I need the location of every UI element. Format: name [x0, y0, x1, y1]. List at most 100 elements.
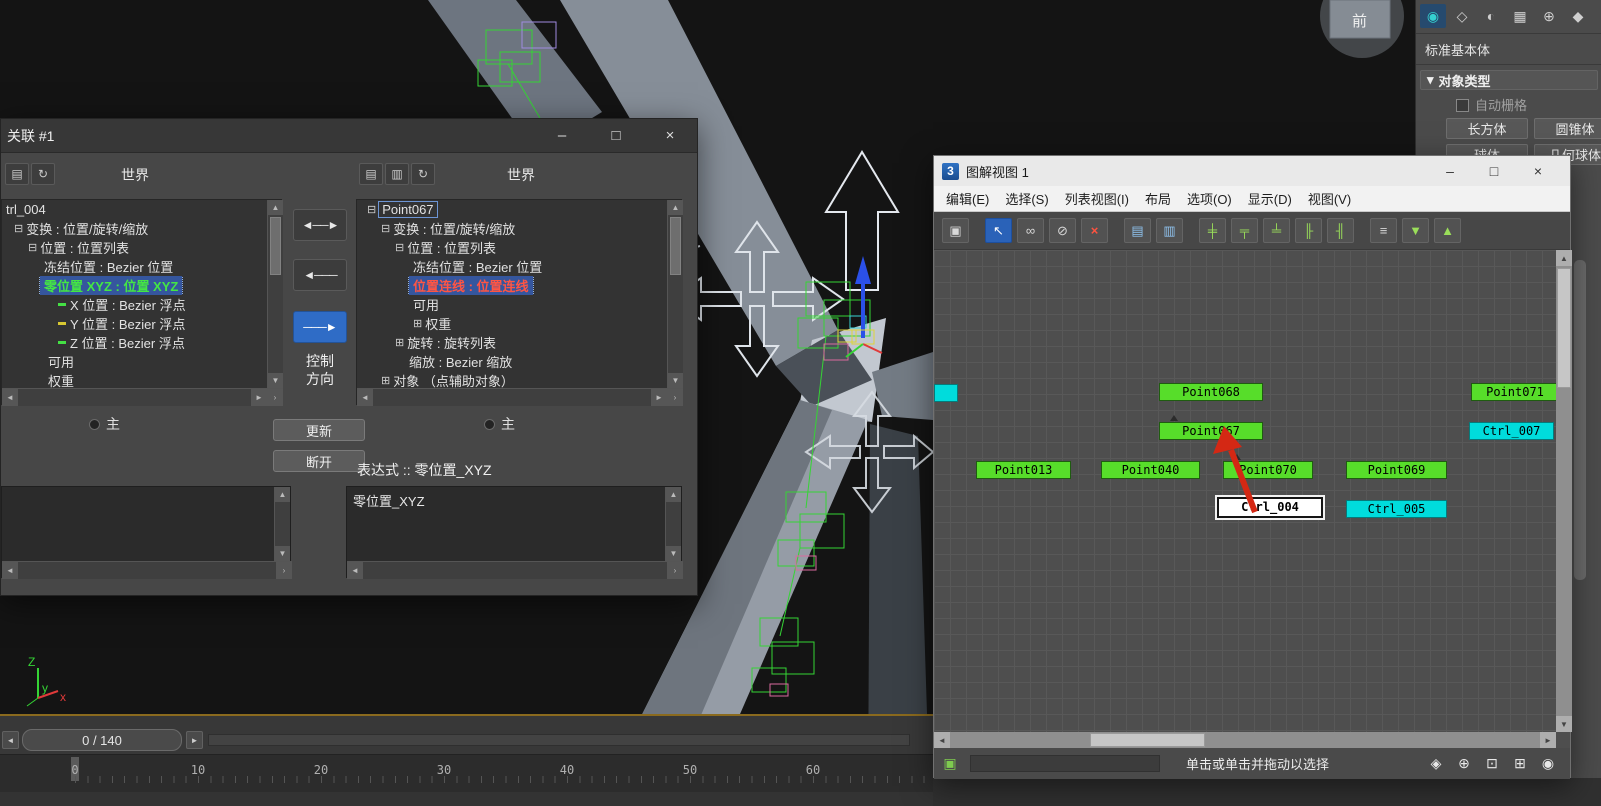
scroll-left-icon[interactable]: ◄ — [2, 562, 18, 579]
track-item[interactable]: Z 位置 : Bezier 浮点 — [2, 333, 267, 352]
expand-icon[interactable]: ⊞ — [381, 374, 390, 387]
cameras-category-icon[interactable]: ▦ — [1507, 4, 1533, 28]
left-master-radio[interactable]: 主 — [89, 414, 120, 434]
zoom-extents-icon[interactable]: ⊞ — [1508, 753, 1532, 775]
menu-select[interactable]: 选择(S) — [1005, 189, 1048, 208]
track-item[interactable]: 缩放 : Bezier 缩放 — [357, 352, 667, 371]
arrange-children-icon[interactable]: ≡ — [1370, 218, 1397, 243]
bookmark-icon[interactable]: ▣ — [938, 753, 962, 775]
two-way-wire-button[interactable]: ◄──► — [293, 209, 347, 241]
menu-view[interactable]: 视图(V) — [1308, 189, 1351, 208]
connect-icon[interactable]: ∞ — [1017, 218, 1044, 243]
expand-corner-icon[interactable]: › — [276, 562, 292, 579]
align-bottom-icon[interactable]: ╧ — [1263, 218, 1290, 243]
hierarchy-mode-icon[interactable]: ▤ — [1124, 218, 1151, 243]
scroll-right-icon[interactable]: ► — [1540, 732, 1556, 748]
viewcube-front-label[interactable]: 前 — [1352, 13, 1367, 30]
vertical-scrollbar[interactable]: ▲ ▼ — [274, 487, 290, 561]
track-item[interactable]: ⊟ 位置 : 位置列表 — [2, 238, 267, 257]
helpers-category-icon[interactable]: ⊕ — [1536, 4, 1562, 28]
track-item[interactable]: Y 位置 : Bezier 浮点 — [2, 314, 267, 333]
scroll-left-icon[interactable]: ◄ — [934, 732, 950, 748]
box-button[interactable]: 长方体 — [1446, 118, 1528, 139]
collapse-icon[interactable]: ⊟ — [367, 203, 376, 216]
vertical-scrollbar[interactable]: ▲ ▼ — [667, 200, 683, 388]
schematic-node[interactable]: Point067 — [1159, 422, 1263, 440]
schematic-node[interactable] — [934, 384, 958, 402]
minimize-button[interactable]: – — [1428, 157, 1472, 186]
align-left-icon[interactable]: ╪ — [1199, 218, 1226, 243]
scroll-down-icon[interactable]: ▼ — [1556, 716, 1572, 732]
track-item[interactable]: 权重 — [2, 371, 267, 388]
scroll-up-icon[interactable]: ▲ — [666, 487, 681, 502]
scroll-left-icon[interactable]: ◄ — [2, 389, 18, 406]
scroll-left-icon[interactable]: ◄ — [357, 389, 373, 406]
track-tree-icon[interactable]: ▤ — [5, 163, 29, 185]
track-item[interactable]: 冻结位置 : Bezier 位置 — [357, 257, 667, 276]
zoom-selected-icon[interactable]: ◉ — [1536, 753, 1560, 775]
object-type-rollout[interactable]: ▾ 对象类型 — [1420, 70, 1598, 90]
schematic-canvas[interactable]: Point068 Point067 Point071 Ctrl_007 Poin… — [934, 250, 1556, 732]
menu-options[interactable]: 选项(O) — [1187, 189, 1232, 208]
horizontal-scrollbar[interactable]: ◄ ► — [934, 732, 1556, 748]
collapse-icon[interactable]: ⊟ — [14, 222, 23, 235]
left-track-tree-view[interactable]: trl_004 ⊟ 变换 : 位置/旋转/缩放 ⊟ 位置 : 位置列表 冻结位置 :… — [2, 200, 267, 388]
right-wire-button[interactable]: ───► — [293, 311, 347, 343]
expand-icon[interactable]: ⊞ — [413, 317, 422, 330]
schematic-node[interactable]: Point013 — [976, 461, 1071, 479]
horizontal-scrollbar[interactable]: ◄ › — [2, 561, 292, 579]
left-wire-button[interactable]: ◄─── — [293, 259, 347, 291]
arrange-selected-icon[interactable]: ▼ — [1402, 218, 1429, 243]
track-item[interactable]: ⊞ 旋转 : 旋转列表 — [357, 333, 667, 352]
scroll-up-icon[interactable]: ▲ — [1556, 250, 1572, 266]
track-bar-ruler[interactable]: 0 10 20 30 40 50 60 ≈ — [0, 754, 933, 806]
align-vertical-icon[interactable]: ╟ — [1295, 218, 1322, 243]
previous-frame-icon[interactable]: ◄ — [2, 731, 19, 749]
maximize-button[interactable]: □ — [1472, 157, 1516, 186]
vertical-scrollbar[interactable]: ▲ ▼ — [267, 200, 283, 388]
collapse-icon[interactable]: ⊟ — [28, 241, 37, 254]
collapse-icon[interactable]: ⊟ — [395, 241, 404, 254]
expand-icon[interactable]: ⊞ — [395, 336, 404, 349]
shapes-category-icon[interactable]: ◇ — [1449, 4, 1475, 28]
right-master-radio[interactable]: 主 — [484, 414, 515, 434]
track-item-selected[interactable]: 位置连线 : 位置连线 — [357, 276, 667, 295]
track-item[interactable]: ⊞ 权重 — [357, 314, 667, 333]
menu-edit[interactable]: 编辑(E) — [946, 189, 989, 208]
track-item[interactable]: X 位置 : Bezier 浮点 — [2, 295, 267, 314]
track-item[interactable]: ⊟ 位置 : 位置列表 — [357, 238, 667, 257]
expand-corner-icon[interactable]: › — [667, 562, 683, 579]
update-button[interactable]: 更新 — [273, 419, 365, 441]
delete-icon[interactable]: × — [1081, 218, 1108, 243]
track-item[interactable]: 可用 — [357, 295, 667, 314]
radio-icon[interactable] — [484, 418, 495, 430]
menu-list-views[interactable]: 列表视图(I) — [1065, 189, 1129, 208]
select-tool-icon[interactable]: ↖ — [985, 218, 1012, 243]
align-horizontal-icon[interactable]: ╢ — [1327, 218, 1354, 243]
schematic-node[interactable]: Point071 — [1471, 383, 1556, 401]
align-top-icon[interactable]: ╤ — [1231, 218, 1258, 243]
expand-corner-icon[interactable]: › — [267, 389, 283, 406]
left-expression-box[interactable]: ▲ ▼ ◄ › — [1, 486, 292, 579]
schematic-node[interactable]: Ctrl_007 — [1469, 422, 1554, 440]
track-item[interactable]: ⊟ Point067 — [357, 200, 667, 219]
scroll-left-icon[interactable]: ◄ — [347, 562, 363, 579]
status-field[interactable] — [970, 755, 1160, 772]
dialog-titlebar[interactable]: 关联 #1 – □ × — [1, 119, 697, 153]
minimize-button[interactable]: – — [535, 119, 589, 153]
track-item[interactable]: ⊟ 变换 : 位置/旋转/缩放 — [357, 219, 667, 238]
schematic-node-selected[interactable]: Ctrl_004 — [1217, 497, 1323, 518]
time-slider[interactable]: 0 / 140 — [22, 729, 182, 751]
zoom-icon[interactable]: ⊕ — [1452, 753, 1476, 775]
scroll-down-icon[interactable]: ▼ — [275, 546, 290, 561]
autogrid-checkbox[interactable] — [1456, 99, 1469, 112]
scroll-down-icon[interactable]: ▼ — [668, 373, 683, 388]
schematic-node[interactable]: Point040 — [1101, 461, 1200, 479]
lights-category-icon[interactable]: ◐ — [1478, 4, 1504, 28]
track-item[interactable]: 可用 — [2, 352, 267, 371]
maximize-button[interactable]: □ — [589, 119, 643, 153]
pan-icon[interactable]: ◈ — [1424, 753, 1448, 775]
scroll-down-icon[interactable]: ▼ — [666, 546, 681, 561]
track-item-selected[interactable]: 零位置 XYZ : 位置 XYZ — [2, 276, 267, 295]
scroll-up-icon[interactable]: ▲ — [668, 200, 683, 215]
